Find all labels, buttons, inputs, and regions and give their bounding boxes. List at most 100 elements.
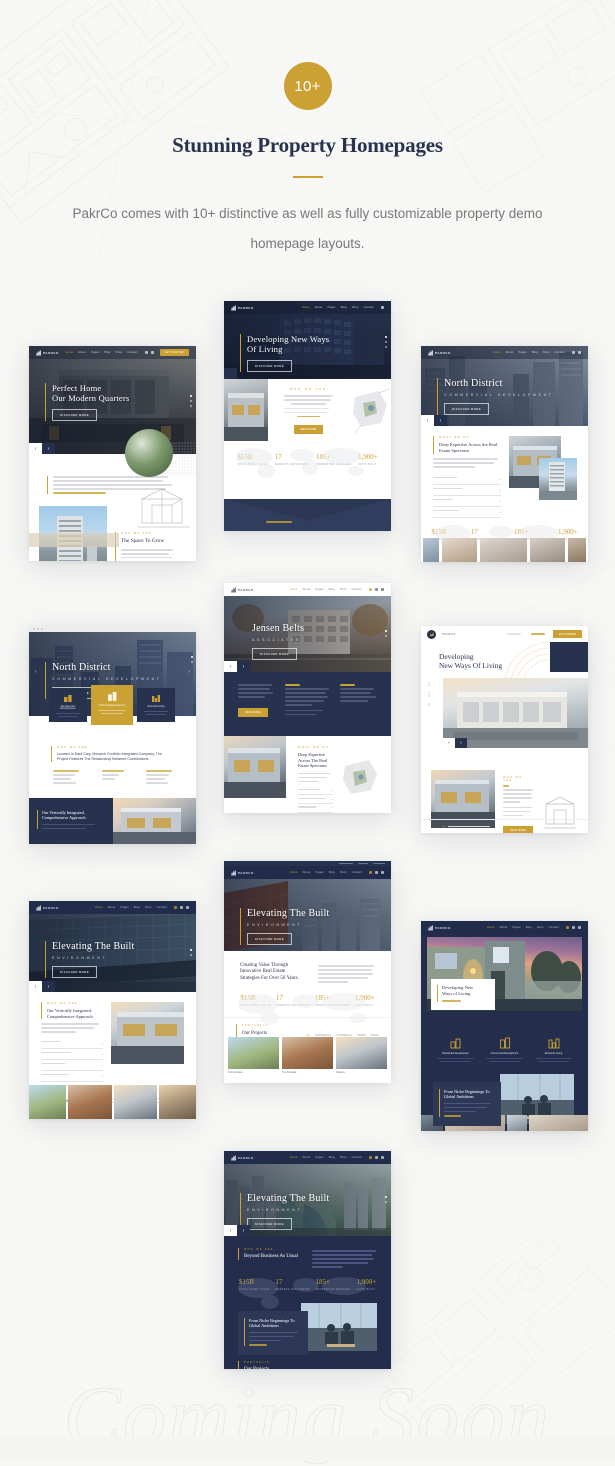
next-arrow-icon[interactable]: ›: [188, 669, 190, 675]
project-card[interactable]: Civic Enclave: [228, 1037, 279, 1075]
building-image: [111, 1002, 184, 1064]
project-thumbs: [421, 538, 588, 562]
nav-cta-button[interactable]: GET STARTED: [159, 349, 189, 356]
hero-arrows[interactable]: ‹ ›: [29, 443, 55, 454]
demo-card-north-district[interactable]: PAKRCO Home About Pages Blog Shop Contact: [421, 346, 588, 562]
section-heading: From Niche Beginnings To Global Ambition…: [444, 1088, 490, 1100]
hero-cta-button[interactable]: DISCOVER MORE: [247, 359, 292, 372]
project-thumb[interactable]: [480, 538, 527, 562]
hero-arrows[interactable]: ‹: [224, 368, 237, 379]
demo-card-perfect-home[interactable]: PAKRCO Home About Pages Blog Shop Contact G…: [29, 346, 196, 561]
project-thumb[interactable]: [528, 1115, 588, 1131]
project-thumb[interactable]: [568, 538, 586, 562]
hero-cta-button[interactable]: DISCOVER MORE: [52, 965, 97, 978]
about-row: WHO WE ARE READ MORE: [224, 379, 391, 441]
project-thumb[interactable]: [159, 1085, 196, 1119]
hero-dots[interactable]: [191, 655, 193, 663]
project-thumb[interactable]: [506, 1115, 527, 1131]
project-thumb[interactable]: [529, 538, 565, 562]
demo-card-developing-navy[interactable]: PAKRCO Home About Pages Blog Shop Contact: [421, 921, 588, 1131]
service-card[interactable]: Commercial Development: [483, 1037, 527, 1062]
nav-links: Home About Pages Blog Shop Contact: [289, 1156, 362, 1159]
hero-dots[interactable]: [385, 630, 387, 638]
contact-button[interactable]: READ MORE: [238, 707, 268, 717]
hero-arrows[interactable]: ‹ ›: [443, 738, 467, 748]
hero-cta-button[interactable]: DISCOVER MORE: [252, 648, 297, 661]
service-card-label: Residential Development: [442, 1052, 469, 1055]
sketch-illustration: [138, 488, 190, 528]
read-more-button[interactable]: READ MORE: [293, 425, 324, 435]
nav-tools[interactable]: [369, 1156, 384, 1159]
demo-card-north-district-alt[interactable]: North District COMMERCIAL DEVELOPMENT DI…: [29, 626, 196, 844]
project-thumb[interactable]: [423, 538, 439, 562]
hero-subtitle: COMMERCIAL DEVELOPMENT: [444, 393, 554, 397]
service-card[interactable]: Residential Development: [434, 1037, 478, 1062]
stats-strip: $15BTOTAL ASSET VALUE 17MARKETS NATIONWI…: [224, 1270, 391, 1309]
nav-links: Home About Pages Blog Shop Contact: [289, 588, 362, 591]
hero-dots[interactable]: [385, 336, 387, 349]
footer-fade: [0, 1436, 615, 1460]
approach-banner: Our Vertically Integrated, Comprehensive…: [29, 798, 196, 844]
hero-subtitle: ASSOCIATES: [252, 638, 301, 643]
site-nav: PAKRCO Home About Pages Blog Shop Contact: [224, 301, 391, 314]
hero-arrows[interactable]: ‹ ›: [29, 981, 55, 992]
site-nav: PAKRCO Home About Pages Blog Shop Contact: [224, 1151, 391, 1164]
demo-card-elevating-built[interactable]: PAKRCO Home About Pages Blog Shop Contact: [29, 901, 196, 1119]
hero-arrows[interactable]: ‹ ›: [421, 415, 447, 426]
project-card[interactable]: Rookery: [336, 1037, 387, 1075]
nav-tools[interactable]: [369, 871, 384, 874]
nav-cta-button[interactable]: GET STARTED: [552, 630, 582, 638]
banner-heading: From Niche Beginnings To Global Ambition…: [249, 1317, 295, 1329]
hero-dots[interactable]: [190, 949, 192, 957]
demo-card-developing-ways[interactable]: PAKRCO Home About Pages Blog Shop Contact: [224, 301, 391, 531]
project-thumb[interactable]: [113, 1085, 158, 1119]
approach-text: Our Vertically Integrated, Comprehensive…: [29, 798, 113, 844]
brand-logo: PAKRCO: [231, 1154, 254, 1161]
next-arrow-icon: ›: [42, 981, 55, 992]
nav-tools[interactable]: [381, 306, 384, 309]
nav-tools[interactable]: [369, 588, 384, 591]
service-card[interactable]: Economic Living: [137, 688, 175, 722]
project-thumb[interactable]: [442, 538, 478, 562]
demo-card-elevating-stats[interactable]: PAKRCO Home About Pages Blog Shop Contact: [224, 861, 391, 1083]
section-kicker: WHO WE ARE: [121, 531, 153, 535]
service-card[interactable]: Economic Living: [532, 1037, 576, 1062]
prev-arrow-icon[interactable]: ‹: [35, 669, 37, 675]
hero-dots[interactable]: [190, 394, 192, 407]
hero-dots[interactable]: [385, 1196, 387, 1204]
accordion-list[interactable]: + + + +: [298, 786, 333, 813]
nav-tools[interactable]: [144, 351, 154, 354]
title-divider: [292, 176, 323, 178]
service-cards: Residential Development Commercial Devel…: [49, 685, 175, 725]
service-card[interactable]: Residential Development: [49, 688, 87, 722]
project-card[interactable]: The Parkwalk: [282, 1037, 333, 1075]
project-thumb[interactable]: [29, 1085, 66, 1119]
hero-cta-button[interactable]: DISCOVER MORE: [52, 408, 97, 421]
hero-cta-button[interactable]: DISCOVER MORE: [247, 932, 292, 945]
hero-text: Elevating The Built ENVIRONMENT DISCOVER…: [45, 940, 135, 978]
service-card-active[interactable]: Commercial Development: [91, 685, 133, 725]
demo-card-jensen-belts[interactable]: PAKRCO Home About Pages Blog Shop Contact: [224, 583, 391, 813]
commercial-icon: [107, 692, 116, 701]
brand-logo: PAKRCO: [231, 304, 254, 311]
hero-cta-button[interactable]: DISCOVER MORE: [247, 1217, 292, 1230]
project-thumb[interactable]: [67, 1085, 112, 1119]
section-kicker: WHO WE ARE: [47, 1002, 79, 1005]
hero: Jensen Belts ASSOCIATES DISCOVER MORE ‹ ›: [224, 596, 391, 672]
projects-kicker: PORTFOLIO: [244, 1360, 271, 1364]
demo-card-elevating-navy[interactable]: PAKRCO Home About Pages Blog Shop Contact: [224, 1151, 391, 1369]
hero: Perfect Home Our Modern Quarters DISCOVER…: [29, 346, 196, 454]
hero-arrows[interactable]: ‹ ›: [224, 661, 250, 672]
nav-tools[interactable]: [572, 351, 581, 354]
demo-card-developing-light[interactable]: PAKRCO GET STARTED Developing New Ways Of…: [421, 626, 588, 833]
beyond-body: [312, 1248, 377, 1270]
hero-cta-button[interactable]: DISCOVER MORE: [444, 403, 489, 415]
nav-tools[interactable]: [566, 926, 581, 929]
accordion-list[interactable]: + + + +: [41, 1038, 103, 1082]
nav-tools[interactable]: [174, 906, 189, 909]
section-heading: Deep Expertise Across The Real Estate Sp…: [298, 752, 328, 769]
accordion-list[interactable]: + + + +: [433, 474, 501, 518]
social-rail[interactable]: FB TW IG: [427, 682, 430, 707]
hero-arrows[interactable]: ‹ ›: [224, 1225, 250, 1236]
world-map-decoration: [236, 448, 364, 479]
